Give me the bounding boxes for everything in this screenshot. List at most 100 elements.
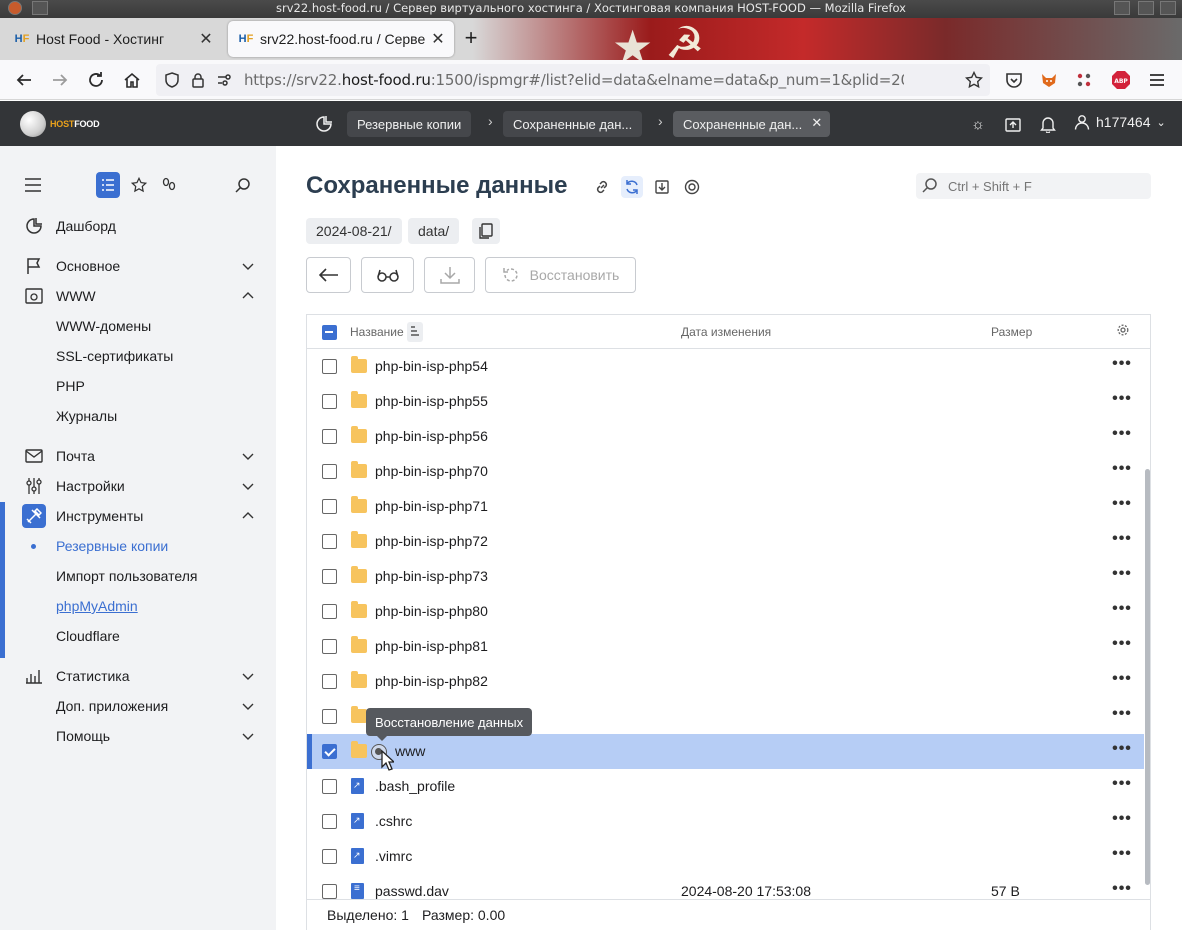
- column-settings-gear-icon[interactable]: [1117, 324, 1129, 339]
- sidebar-item-main[interactable]: Основное: [0, 251, 276, 281]
- url-text[interactable]: https://srv22.host-food.ru:1500/ispmgr#/…: [244, 71, 904, 89]
- file-name[interactable]: php-bin-isp-php73: [375, 568, 488, 584]
- permissions-icon[interactable]: [214, 70, 234, 90]
- sidebar-item-cloudflare[interactable]: Cloudflare: [0, 621, 276, 651]
- table-row[interactable]: php-bin-isp-php71 •••: [307, 489, 1144, 524]
- sidebar-item-dashboard[interactable]: Дашборд: [0, 211, 276, 241]
- fox-extension-icon[interactable]: [1035, 66, 1063, 94]
- more-actions-icon[interactable]: •••: [1111, 810, 1133, 832]
- breadcrumb-saved-data-1[interactable]: Сохраненные дан...: [503, 111, 643, 137]
- file-name[interactable]: php-bin-isp-php54: [375, 358, 488, 374]
- table-row[interactable]: passwd.dav 2024-08-20 17:53:08 57 B •••: [307, 874, 1144, 899]
- path-chip-date[interactable]: 2024-08-21/: [306, 218, 402, 244]
- back-button[interactable]: [306, 257, 351, 293]
- file-name[interactable]: php-bin-isp-php81: [375, 638, 488, 654]
- row-checkbox[interactable]: [322, 569, 337, 584]
- file-name[interactable]: php-bin-isp-php80: [375, 603, 488, 619]
- file-name[interactable]: php-bin-isp-php71: [375, 498, 488, 514]
- row-checkbox[interactable]: [322, 674, 337, 689]
- row-checkbox[interactable]: [322, 884, 337, 899]
- more-actions-icon[interactable]: •••: [1111, 530, 1133, 552]
- table-row[interactable]: php-bin-isp-php54 •••: [307, 349, 1144, 384]
- table-row[interactable]: www •••: [307, 734, 1144, 769]
- download-button[interactable]: [424, 257, 475, 293]
- file-name[interactable]: www: [395, 743, 425, 759]
- row-checkbox[interactable]: [322, 394, 337, 409]
- sort-icon[interactable]: [407, 322, 423, 342]
- sidebar-item-logs[interactable]: Журналы: [0, 401, 276, 431]
- forward-arrow-icon[interactable]: [46, 66, 74, 94]
- more-actions-icon[interactable]: •••: [1111, 390, 1133, 412]
- restore-button[interactable]: Восстановить: [485, 257, 636, 293]
- file-name[interactable]: .cshrc: [375, 813, 412, 829]
- sidebar-search-icon[interactable]: [232, 172, 254, 198]
- puzzle-icon[interactable]: [1070, 66, 1098, 94]
- file-name[interactable]: php-bin-isp-php70: [375, 463, 488, 479]
- table-row[interactable]: php-bin-isp-php82 •••: [307, 664, 1144, 699]
- lock-icon[interactable]: [188, 70, 208, 90]
- user-menu[interactable]: h177464 ⌄: [1074, 114, 1166, 130]
- row-checkbox[interactable]: [322, 534, 337, 549]
- sidebar-item-tools[interactable]: Инструменты: [0, 501, 276, 531]
- more-actions-icon[interactable]: •••: [1111, 355, 1133, 377]
- shield-icon[interactable]: [162, 70, 182, 90]
- file-name[interactable]: .bash_profile: [375, 778, 455, 794]
- row-checkbox[interactable]: [322, 779, 337, 794]
- minimize-button[interactable]: [1114, 1, 1130, 15]
- refresh-icon[interactable]: [621, 176, 643, 198]
- row-checkbox[interactable]: [322, 849, 337, 864]
- sidebar-item-mail[interactable]: Почта: [0, 441, 276, 471]
- table-scrollbar[interactable]: [1144, 349, 1150, 899]
- more-actions-icon[interactable]: •••: [1111, 705, 1133, 727]
- row-checkbox[interactable]: [322, 744, 337, 759]
- dashboard-clock-icon[interactable]: [312, 112, 336, 136]
- scrollbar-thumb[interactable]: [1145, 469, 1150, 885]
- file-name[interactable]: php-bin-isp-php72: [375, 533, 488, 549]
- file-name[interactable]: php-bin-isp-php56: [375, 428, 488, 444]
- sidebar-item-help[interactable]: Помощь: [0, 721, 276, 751]
- table-row[interactable]: php-bin-isp-php56 •••: [307, 419, 1144, 454]
- list-view-icon[interactable]: [96, 172, 120, 198]
- maximize-button[interactable]: [1138, 1, 1154, 15]
- sidebar-item-phpmyadmin[interactable]: phpMyAdmin: [0, 591, 276, 621]
- row-checkbox[interactable]: [322, 359, 337, 374]
- more-actions-icon[interactable]: •••: [1111, 775, 1133, 797]
- link-icon[interactable]: [591, 176, 613, 198]
- global-search[interactable]: [916, 173, 1151, 199]
- path-chip-data[interactable]: data/: [408, 218, 460, 244]
- file-name[interactable]: passwd.dav: [375, 883, 449, 899]
- table-row[interactable]: php-bin-isp-php80 •••: [307, 594, 1144, 629]
- more-actions-icon[interactable]: •••: [1111, 635, 1133, 657]
- table-row[interactable]: php-bin-isp-php73 •••: [307, 559, 1144, 594]
- table-row[interactable]: php-bin-isp-php55 •••: [307, 384, 1144, 419]
- more-actions-icon[interactable]: •••: [1111, 495, 1133, 517]
- sidebar-item-www[interactable]: WWW: [0, 281, 276, 311]
- table-row[interactable]: php-bin-isp-php70 •••: [307, 454, 1144, 489]
- more-actions-icon[interactable]: •••: [1111, 600, 1133, 622]
- table-row[interactable]: .bash_profile •••: [307, 769, 1144, 804]
- theme-sun-icon[interactable]: ☼: [966, 112, 990, 136]
- more-actions-icon[interactable]: •••: [1111, 565, 1133, 587]
- browser-tab-ispmgr[interactable]: HF srv22.host-food.ru / Серве ✕: [228, 21, 454, 57]
- breadcrumb-close-icon[interactable]: ✕: [811, 115, 822, 131]
- table-row[interactable]: php-bin-isp-php72 •••: [307, 524, 1144, 559]
- more-actions-icon[interactable]: •••: [1111, 845, 1133, 867]
- row-checkbox[interactable]: [322, 464, 337, 479]
- new-tab-button[interactable]: +: [458, 26, 484, 52]
- sidebar-item-extra-apps[interactable]: Доп. приложения: [0, 691, 276, 721]
- sidebar-item-backups[interactable]: Резервные копии: [0, 531, 276, 561]
- file-name[interactable]: php-bin-isp-php82: [375, 673, 488, 689]
- row-checkbox[interactable]: [322, 429, 337, 444]
- row-checkbox[interactable]: [322, 814, 337, 829]
- tab-close-icon[interactable]: ✕: [196, 29, 216, 49]
- breadcrumb-saved-data-2[interactable]: Сохраненные дан... ✕: [673, 111, 831, 137]
- bookmark-star-icon[interactable]: [964, 70, 984, 90]
- menu-hamburger-icon[interactable]: [1143, 66, 1171, 94]
- table-row[interactable]: php-bin-isp-php81 •••: [307, 629, 1144, 664]
- notification-bell-icon[interactable]: [1036, 112, 1060, 136]
- file-name[interactable]: .vimrc: [375, 848, 412, 864]
- pocket-icon[interactable]: [1000, 66, 1028, 94]
- sidebar-item-php[interactable]: PHP: [0, 371, 276, 401]
- row-checkbox[interactable]: [322, 639, 337, 654]
- more-actions-icon[interactable]: •••: [1111, 460, 1133, 482]
